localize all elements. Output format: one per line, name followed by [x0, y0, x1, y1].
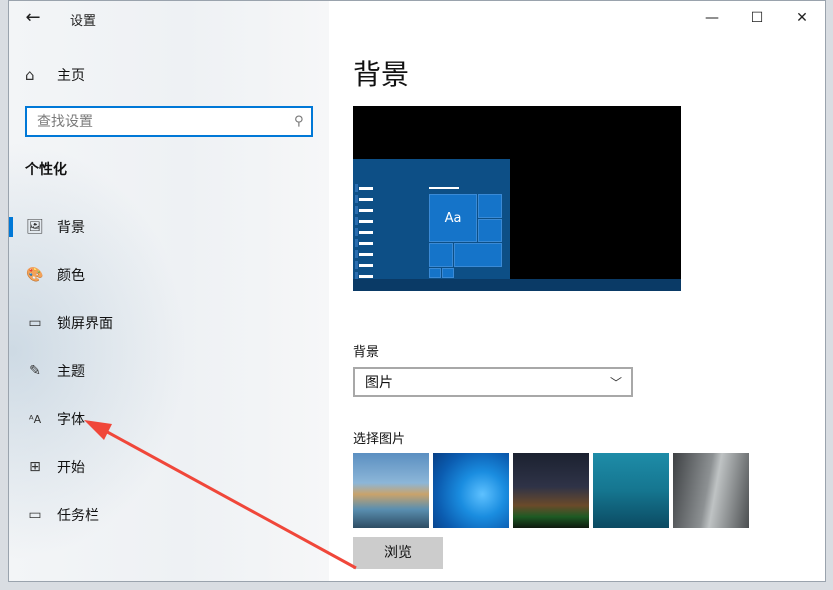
picture-thumbnail-underwater[interactable]	[593, 453, 669, 528]
preview-tile	[454, 243, 502, 267]
page-title: 背景	[353, 58, 410, 91]
sidebar-item-label: 字体	[57, 412, 85, 428]
sidebar-item-label: 主题	[57, 364, 85, 380]
sidebar-item-taskbar[interactable]: ▭ 任务栏	[9, 491, 329, 539]
picture-thumbnail-night-sky[interactable]	[513, 453, 589, 528]
search-box[interactable]: ⚲	[25, 106, 313, 137]
back-arrow-icon: ←	[25, 7, 41, 28]
sidebar-item-label: 开始	[57, 460, 85, 476]
theme-icon: ✎	[29, 363, 41, 379]
taskbar-icon: ▭	[28, 507, 42, 523]
maximize-button[interactable]: ☐	[734, 1, 780, 35]
lock-screen-icon: ▭	[28, 315, 42, 331]
back-button[interactable]: ←	[19, 5, 47, 31]
title-bar: ← 设置	[9, 1, 329, 35]
preview-taskbar	[353, 279, 681, 291]
minimize-button[interactable]: —	[689, 1, 735, 35]
font-icon: ᴬA	[28, 412, 42, 426]
sidebar-item-lock-screen[interactable]: ▭ 锁屏界面	[9, 299, 329, 347]
background-type-label: 背景	[353, 345, 380, 360]
choose-picture-label: 选择图片	[353, 432, 406, 447]
app-title: 设置	[70, 14, 97, 29]
start-icon: ⊞	[29, 459, 41, 475]
preview-tile	[442, 268, 454, 278]
close-icon: ✕	[796, 10, 808, 26]
maximize-icon: ☐	[750, 10, 764, 26]
background-preview: Aa	[353, 106, 681, 291]
preview-app-list	[355, 184, 373, 286]
section-title: 个性化	[25, 162, 67, 178]
sidebar-item-label: 颜色	[57, 268, 85, 284]
picture-thumbnails	[353, 453, 749, 528]
minimize-icon: —	[705, 10, 719, 26]
image-icon: 🖼	[26, 219, 44, 235]
sidebar: ← 设置 ⌂ 主页 ⚲ 个性化 🖼 背景 🎨 颜色 ▭ 锁屏界面	[9, 1, 329, 581]
picture-thumbnail-windows[interactable]	[433, 453, 509, 528]
preview-tile-large: Aa	[429, 194, 477, 242]
home-link[interactable]: ⌂ 主页	[25, 63, 85, 87]
picture-thumbnail-beach[interactable]	[353, 453, 429, 528]
sidebar-item-themes[interactable]: ✎ 主题	[9, 347, 329, 395]
sidebar-item-label: 锁屏界面	[57, 316, 113, 332]
preview-tile	[478, 219, 502, 242]
sidebar-item-colors[interactable]: 🎨 颜色	[9, 251, 329, 299]
picture-thumbnail-rock[interactable]	[673, 453, 749, 528]
home-icon: ⌂	[25, 66, 35, 84]
preview-tile	[429, 268, 441, 278]
background-type-select[interactable]: 图片 ﹀	[353, 367, 633, 397]
sidebar-item-background[interactable]: 🖼 背景	[9, 203, 329, 251]
sidebar-item-fonts[interactable]: ᴬA 字体	[9, 395, 329, 443]
sidebar-item-start[interactable]: ⊞ 开始	[9, 443, 329, 491]
preview-tile	[429, 243, 453, 267]
preview-start-menu: Aa	[353, 159, 510, 280]
search-input[interactable]	[27, 108, 287, 135]
palette-icon: 🎨	[26, 267, 44, 283]
background-type-value: 图片	[365, 375, 393, 391]
home-label: 主页	[57, 68, 85, 84]
preview-tile	[478, 194, 502, 218]
sidebar-item-label: 任务栏	[57, 508, 99, 524]
settings-window: ← 设置 ⌂ 主页 ⚲ 个性化 🖼 背景 🎨 颜色 ▭ 锁屏界面	[8, 0, 826, 582]
chevron-down-icon: ﹀	[609, 375, 622, 390]
sidebar-nav: 🖼 背景 🎨 颜色 ▭ 锁屏界面 ✎ 主题 ᴬA 字体 ⊞ 开始 ▭ 任务栏	[9, 203, 329, 539]
browse-button[interactable]: 浏览	[353, 537, 443, 569]
sidebar-item-label: 背景	[57, 220, 85, 236]
close-button[interactable]: ✕	[779, 1, 825, 35]
preview-tiles-header	[429, 187, 459, 189]
search-icon[interactable]: ⚲	[287, 114, 311, 129]
